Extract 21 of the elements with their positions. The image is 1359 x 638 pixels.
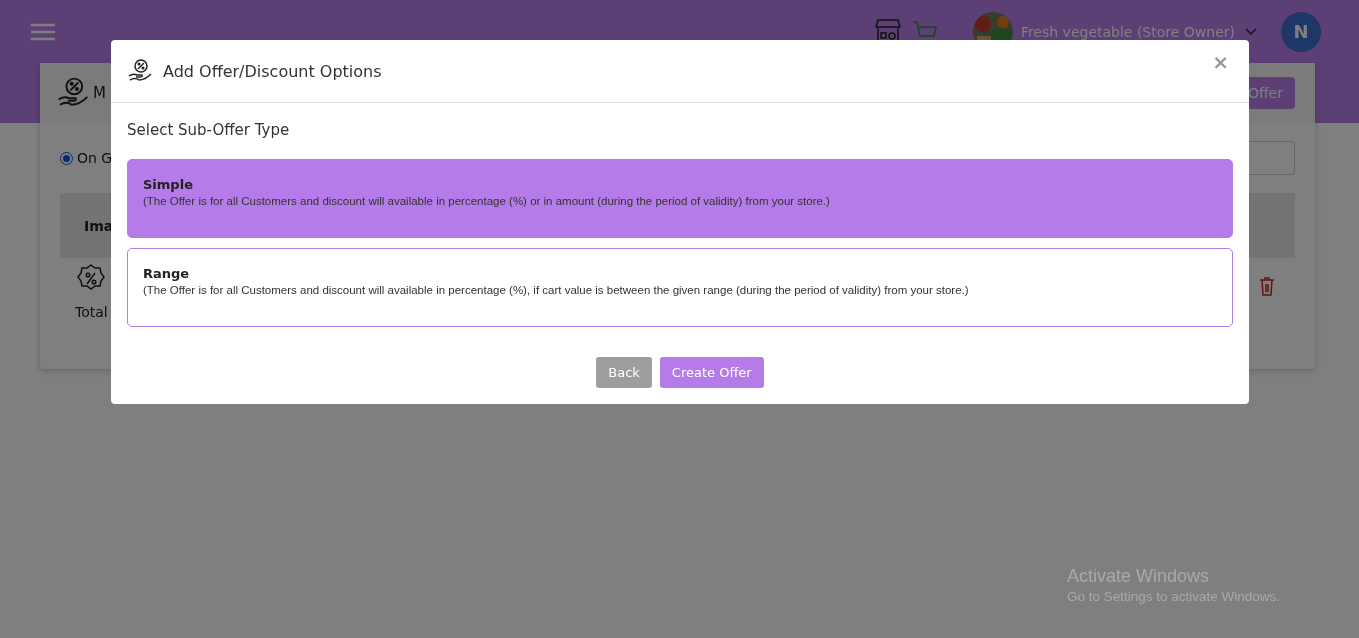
close-button[interactable]: × bbox=[1208, 50, 1233, 74]
create-button[interactable]: Create Offer bbox=[659, 357, 764, 388]
chevron-down-icon[interactable] bbox=[1245, 27, 1257, 36]
prompt-text: Select Sub-Offer Type bbox=[127, 121, 291, 139]
option-title: Simple bbox=[143, 177, 194, 192]
total-label: Total bbox=[75, 304, 108, 320]
back-button[interactable]: Back bbox=[596, 357, 652, 388]
offer-hand-icon bbox=[127, 58, 153, 84]
store-name: Fresh vegetable (Store Owner) bbox=[1020, 23, 1235, 40]
option-title: Range bbox=[143, 266, 191, 281]
modal-title: Add Offer/Discount Options bbox=[163, 61, 382, 81]
option-description: (The Offer is for all Customers and discount will available in percentage (%) or in amount (during the period of validity) from your store.) bbox=[143, 195, 831, 207]
radio-label: On G bbox=[77, 150, 113, 166]
card-title: M bbox=[93, 84, 106, 102]
offer-type-option[interactable]: Simple (The Offer is for all Customers and discount will available in percentage (%) or in amount (during the period of validity) from your store.) bbox=[127, 159, 1233, 238]
trash-icon[interactable] bbox=[1259, 276, 1275, 296]
avatar[interactable]: N bbox=[1281, 11, 1321, 52]
column-header: Ima bbox=[84, 217, 114, 234]
offer-type-option[interactable]: Range (The Offer is for all Customers and discount will available in percentage (%), if cart value is between the given range (during the period of validity) from your store.) bbox=[127, 248, 1233, 327]
option-description: (The Offer is for all Customers and discount will available in percentage (%), if cart value is between the given range (during the period of validity) from your store.) bbox=[143, 284, 970, 296]
menu-icon[interactable] bbox=[30, 21, 56, 42]
